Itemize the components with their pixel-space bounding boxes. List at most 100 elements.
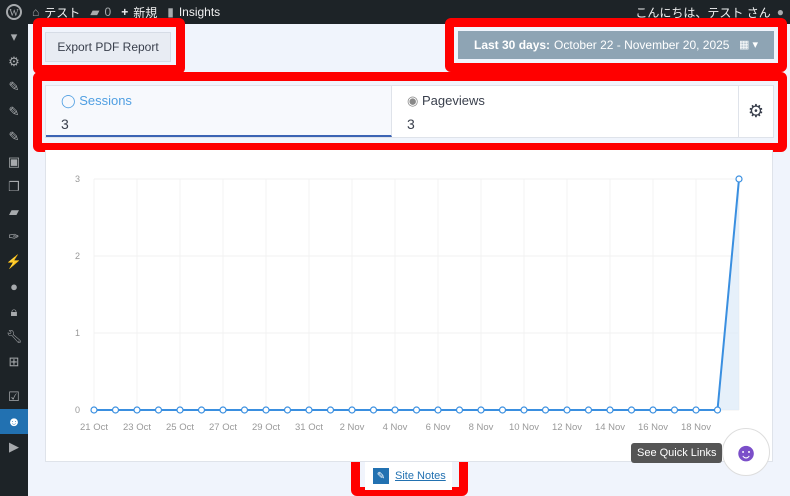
x-tick-label: 27 Oct <box>209 422 237 433</box>
wrench-icon[interactable]: 🔧︎ <box>0 324 28 349</box>
sidebar-item-appearance[interactable]: ▾ <box>0 24 28 49</box>
settings-icon[interactable]: ⊞ <box>0 349 28 374</box>
data-point <box>477 406 485 414</box>
y-tick-label: 0 <box>75 405 80 415</box>
date-prefix: Last 30 days: <box>474 38 551 52</box>
tab-sessions[interactable]: ◯ Sessions 3 <box>46 86 392 137</box>
gear-icon[interactable]: ⚙ <box>0 49 28 74</box>
data-point <box>133 406 141 414</box>
lock-icon[interactable]: 🔒︎ <box>0 299 28 324</box>
home-icon: ⌂ <box>32 5 40 19</box>
plus-icon: + <box>121 5 129 19</box>
x-tick-label: 14 Nov <box>595 422 625 433</box>
pin-icon[interactable]: ✎ <box>0 74 28 99</box>
data-point <box>498 406 507 414</box>
x-tick-label: 25 Oct <box>166 422 194 433</box>
calendar-icon: ▦ ▾ <box>739 39 758 51</box>
y-tick-label: 3 <box>75 174 80 184</box>
series-line <box>94 178 740 411</box>
quick-links-mascot-button[interactable]: ☻ <box>722 428 770 476</box>
data-point <box>219 406 227 414</box>
data-point <box>541 406 550 414</box>
data-point <box>520 406 528 414</box>
x-tick-label: 4 Nov <box>383 422 408 433</box>
data-point <box>369 406 378 414</box>
svg-text:W: W <box>9 8 19 19</box>
data-point <box>412 406 421 414</box>
play-icon[interactable]: ▶ <box>0 434 28 459</box>
tab-pageviews[interactable]: ◉ Pageviews 3 <box>392 86 738 137</box>
data-point <box>434 406 442 414</box>
tab-value: 3 <box>61 116 69 132</box>
data-point <box>670 406 679 414</box>
data-point <box>283 406 292 414</box>
pin-icon[interactable]: ✎ <box>0 124 28 149</box>
x-tick-label: 10 Nov <box>509 422 539 433</box>
eye-icon: ◉ <box>407 93 419 108</box>
site-notes-button[interactable]: ✎ Site Notes <box>365 462 452 490</box>
comment-icon: ▰ <box>90 5 100 19</box>
data-point <box>584 406 593 414</box>
comments-icon[interactable]: ▰ <box>0 199 28 224</box>
data-point <box>348 406 356 414</box>
x-tick-label: 18 Nov <box>681 422 711 433</box>
insights-label: Insights <box>178 5 221 19</box>
sessions-line-chart: 0 1 2 3 21 Oct 23 Oct 25 Oct 27 Oct 29 Oct 31 Oct… <box>75 174 743 433</box>
comment-count: 0 <box>104 5 112 19</box>
pages-icon[interactable]: ❐ <box>0 174 28 199</box>
date-range-text: October 22 - November 20, 2025 <box>554 38 730 52</box>
pencil-note-icon: ✎ <box>373 468 389 484</box>
data-point <box>649 406 657 414</box>
data-point <box>111 406 120 414</box>
monster-mascot-icon: ☻ <box>732 436 760 467</box>
x-tick-label: 23 Oct <box>123 422 151 433</box>
data-point <box>735 175 743 183</box>
data-point <box>154 406 163 414</box>
user-circle-icon: ◯ <box>61 93 76 108</box>
pin-icon[interactable]: ✎ <box>0 99 28 124</box>
check-icon[interactable]: ☑ <box>0 384 28 409</box>
data-point <box>713 406 722 414</box>
chart-card: 0 1 2 3 21 Oct 23 Oct 25 Oct 27 Oct 29 Oct 31 Oct… <box>45 150 773 462</box>
date-range-picker[interactable]: Last 30 days: October 22 - November 20, … <box>458 31 774 59</box>
metric-tabs: ◯ Sessions 3 ◉ Pageviews 3 ⚙ <box>45 85 774 138</box>
quick-links-tooltip: See Quick Links <box>631 443 723 463</box>
plugins-icon[interactable]: ⚡ <box>0 249 28 274</box>
y-tick-label: 1 <box>75 328 80 338</box>
export-pdf-button[interactable]: Export PDF Report <box>45 32 171 62</box>
admin-sidebar: ▾ ⚙ ✎ ✎ ✎ ▣ ❐ ▰ ✑ ⚡ ● 🔒︎ 🔧︎ ⊞ ☑ ☻ ▶ <box>0 24 28 496</box>
data-point <box>606 406 614 414</box>
x-tick-label: 6 Nov <box>426 422 451 433</box>
gear-icon: ⚙ <box>747 101 765 121</box>
data-point <box>563 406 571 414</box>
tab-label: Pageviews <box>421 93 485 108</box>
data-point <box>391 406 399 414</box>
settings-gear-button[interactable]: ⚙ <box>738 86 773 137</box>
bar-chart-icon: ▮ <box>167 5 174 19</box>
data-point <box>326 406 335 414</box>
data-point <box>455 406 464 414</box>
users-icon[interactable]: ● <box>0 274 28 299</box>
x-tick-label: 21 Oct <box>80 422 108 433</box>
y-tick-label: 2 <box>75 251 80 261</box>
data-point <box>627 406 636 414</box>
data-point <box>692 406 700 414</box>
area-fill <box>94 179 739 410</box>
data-point <box>240 406 249 414</box>
x-tick-label: 8 Nov <box>469 422 494 433</box>
tab-value: 3 <box>407 116 415 132</box>
x-tick-label: 2 Nov <box>340 422 365 433</box>
x-tick-label: 29 Oct <box>252 422 280 433</box>
x-tick-label: 31 Oct <box>295 422 323 433</box>
brush-icon[interactable]: ✑ <box>0 224 28 249</box>
media-icon[interactable]: ▣ <box>0 149 28 174</box>
wordpress-logo-icon[interactable]: W <box>6 0 22 24</box>
insights-monster-icon[interactable]: ☻ <box>0 409 28 434</box>
data-point <box>176 406 184 414</box>
data-point <box>305 406 313 414</box>
data-point <box>90 406 98 414</box>
avatar-icon: ● <box>776 5 784 19</box>
data-point <box>197 406 206 414</box>
data-point <box>262 406 270 414</box>
tab-label: Sessions <box>79 93 132 108</box>
